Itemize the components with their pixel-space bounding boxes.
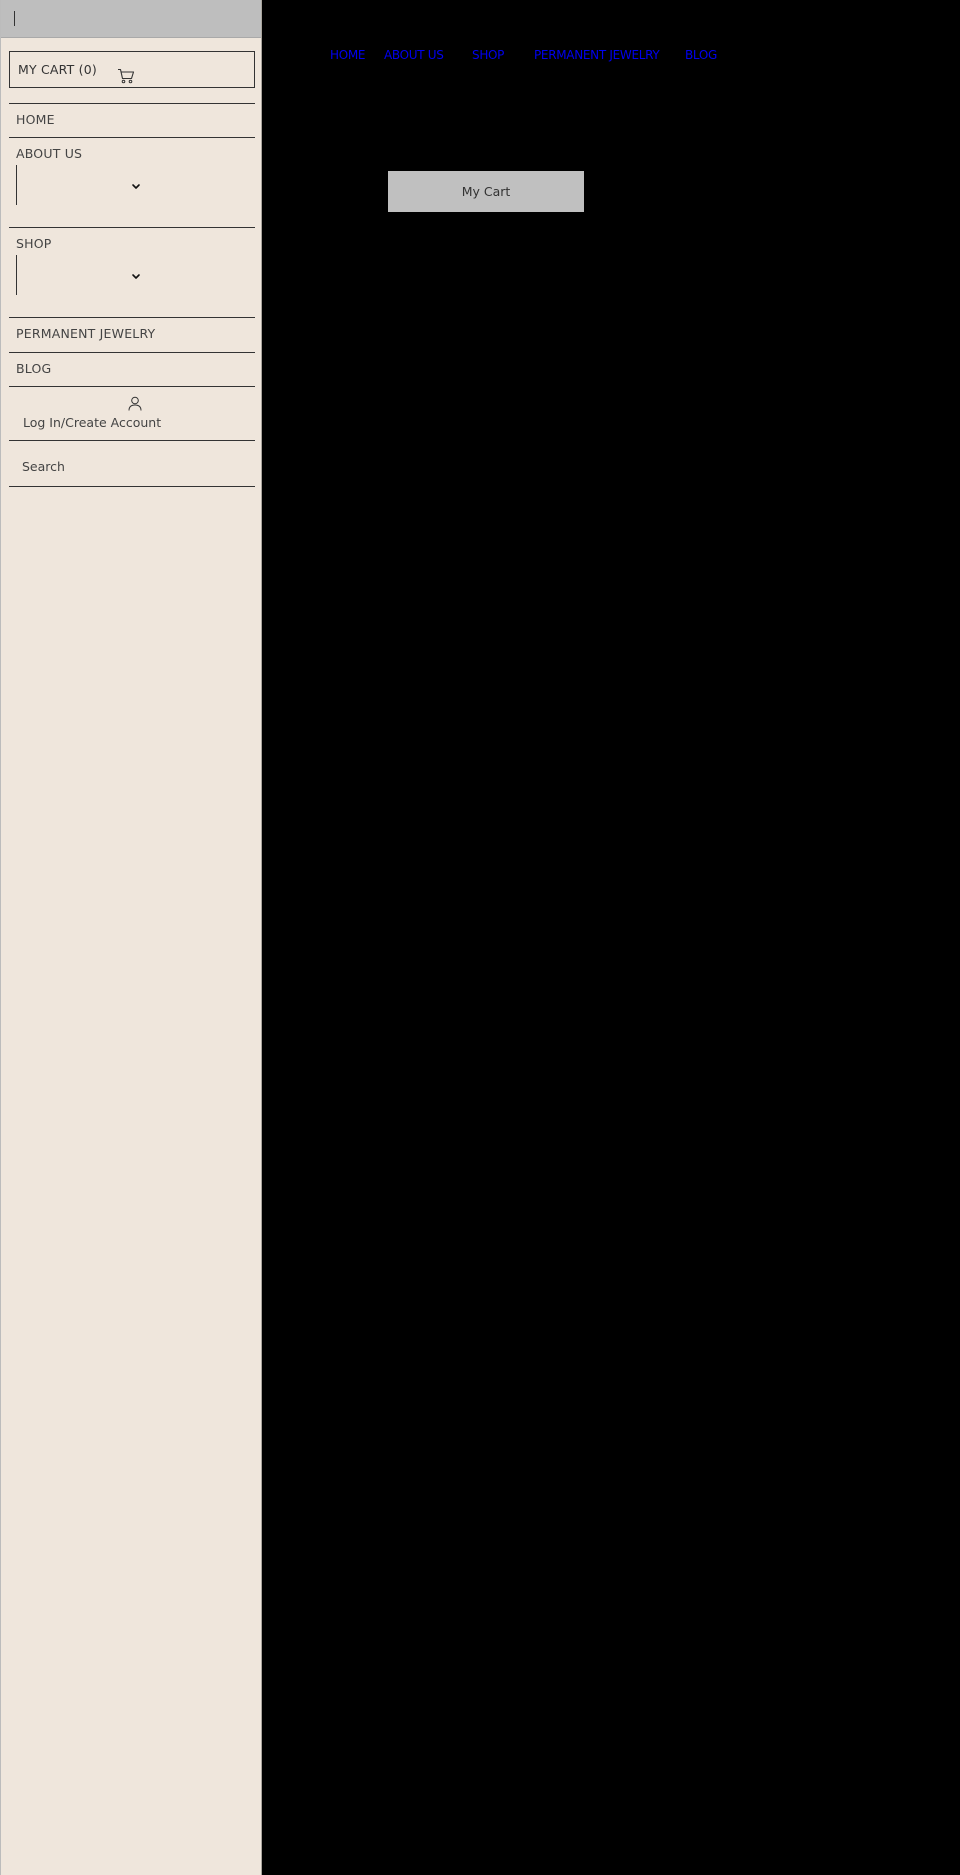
cart-icon [118, 68, 135, 84]
nav-link-blog[interactable]: BLOG [685, 48, 717, 62]
sidebar-item-shop[interactable]: SHOP [16, 236, 52, 251]
divider [9, 386, 255, 387]
divider [9, 103, 255, 104]
side-menu: MY CART (0) HOME ABOUT US SHOP PERMANENT… [0, 0, 262, 1875]
nav-link-shop[interactable]: SHOP [472, 48, 504, 62]
sidebar-item-home[interactable]: HOME [16, 112, 55, 127]
chevron-down-icon[interactable] [131, 273, 141, 281]
sidebar-item-about-us[interactable]: ABOUT US [16, 146, 82, 161]
nav-link-permanent-jewelry[interactable]: PERMANENT JEWELRY [534, 48, 660, 62]
cart-label: MY CART (0) [18, 62, 97, 77]
divider [9, 440, 255, 441]
sidebar-item-permanent-jewelry[interactable]: PERMANENT JEWELRY [16, 326, 155, 341]
submenu-indicator [16, 165, 17, 205]
person-icon[interactable] [128, 396, 142, 411]
nav-link-about-us[interactable]: ABOUT US [384, 48, 444, 62]
chevron-down-icon[interactable] [131, 183, 141, 191]
submenu-indicator [16, 255, 17, 295]
search-input[interactable] [9, 446, 255, 486]
nav-link-home[interactable]: HOME [330, 48, 366, 62]
divider [9, 227, 255, 228]
login-link[interactable]: Log In/Create Account [23, 415, 161, 430]
divider [9, 352, 255, 353]
text-cursor [14, 11, 15, 26]
my-cart-button[interactable]: My Cart [388, 171, 584, 212]
sidebar-item-blog[interactable]: BLOG [16, 361, 51, 376]
divider [9, 137, 255, 138]
sidebar-cart-button[interactable]: MY CART (0) [9, 51, 255, 88]
divider [9, 486, 255, 487]
side-menu-header [1, 0, 261, 38]
divider [9, 317, 255, 318]
